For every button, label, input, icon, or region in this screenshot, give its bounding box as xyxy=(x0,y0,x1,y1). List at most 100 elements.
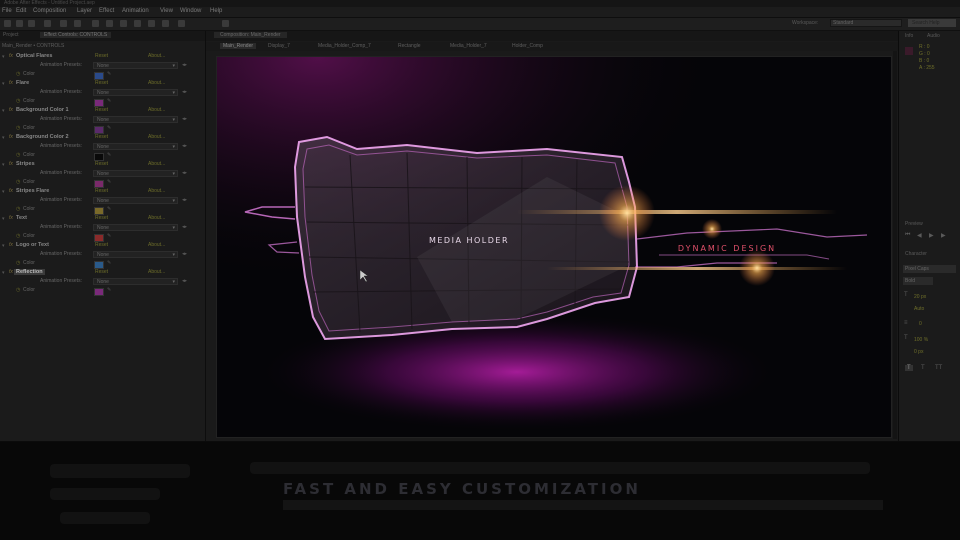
fx-toggle-icon[interactable]: fx xyxy=(9,161,13,167)
font-size-value[interactable]: 20 px xyxy=(914,294,926,300)
about-link[interactable]: About... xyxy=(148,107,165,113)
pan-behind-tool-icon[interactable] xyxy=(74,20,81,27)
stopwatch-icon[interactable]: ◷ xyxy=(16,233,20,239)
composition-viewer[interactable]: MEDIA HOLDER DYNAMIC DESIGN xyxy=(216,56,892,438)
rotate-tool-icon[interactable] xyxy=(44,20,51,27)
animation-presets-dropdown[interactable]: None ▾ xyxy=(93,116,178,123)
twirl-icon[interactable]: ▾ xyxy=(2,108,5,114)
next-frame-icon[interactable]: ▶ xyxy=(941,232,946,239)
tab-audio[interactable]: Audio xyxy=(927,33,940,39)
about-link[interactable]: About... xyxy=(148,161,165,167)
reset-link[interactable]: Reset xyxy=(95,215,108,221)
preset-nav-icon[interactable]: ◂▸ xyxy=(182,62,187,68)
eraser-tool-icon[interactable] xyxy=(162,20,169,27)
rectangle-tool-icon[interactable] xyxy=(92,20,99,27)
effect-name[interactable]: Optical Flares xyxy=(16,53,52,59)
twirl-icon[interactable]: ▾ xyxy=(2,243,5,249)
menu-file[interactable]: File xyxy=(2,8,12,14)
workspace-select[interactable]: Standard xyxy=(830,19,902,27)
crumb-holder-comp[interactable]: Holder_Comp xyxy=(512,43,543,49)
color-swatch[interactable] xyxy=(94,126,104,134)
eyedropper-icon[interactable]: ✎ xyxy=(107,71,111,77)
eyedropper-icon[interactable]: ✎ xyxy=(107,260,111,266)
twirl-icon[interactable]: ▾ xyxy=(2,162,5,168)
animation-presets-dropdown[interactable]: None ▾ xyxy=(93,278,178,285)
twirl-icon[interactable]: ▾ xyxy=(2,270,5,276)
twirl-icon[interactable]: ▾ xyxy=(2,81,5,87)
about-link[interactable]: About... xyxy=(148,215,165,221)
animation-presets-dropdown[interactable]: None ▾ xyxy=(93,89,178,96)
effect-group[interactable]: ▾ fx Stripes Flare Reset About... xyxy=(0,188,205,197)
stopwatch-icon[interactable]: ◷ xyxy=(16,260,20,266)
effect-name[interactable]: Background Color 1 xyxy=(16,107,69,113)
stopwatch-icon[interactable]: ◷ xyxy=(16,152,20,158)
reset-link[interactable]: Reset xyxy=(95,242,108,248)
pen-tool-icon[interactable] xyxy=(106,20,113,27)
effect-group[interactable]: ▾ fx Logo or Text Reset About... xyxy=(0,242,205,251)
twirl-icon[interactable]: ▾ xyxy=(2,189,5,195)
stopwatch-icon[interactable]: ◷ xyxy=(16,206,20,212)
prev-frame-icon[interactable]: ◀ xyxy=(917,232,922,239)
fx-toggle-icon[interactable]: fx xyxy=(9,269,13,275)
comp-scrollbar[interactable] xyxy=(893,51,897,439)
preset-nav-icon[interactable]: ◂▸ xyxy=(182,89,187,95)
menu-help[interactable]: Help xyxy=(210,8,222,14)
first-frame-icon[interactable]: ⏮ xyxy=(905,232,910,239)
preset-nav-icon[interactable]: ◂▸ xyxy=(182,197,187,203)
effect-group[interactable]: ▾ fx Stripes Reset About... xyxy=(0,161,205,170)
play-icon[interactable]: ▶ xyxy=(929,232,934,239)
effect-name[interactable]: Text xyxy=(16,215,27,221)
about-link[interactable]: About... xyxy=(148,53,165,59)
selection-tool-icon[interactable] xyxy=(4,20,11,27)
reset-link[interactable]: Reset xyxy=(95,161,108,167)
menu-composition[interactable]: Composition xyxy=(33,8,66,14)
menu-edit[interactable]: Edit xyxy=(16,8,26,14)
stopwatch-icon[interactable]: ◷ xyxy=(16,98,20,104)
reset-link[interactable]: Reset xyxy=(95,53,108,59)
preset-nav-icon[interactable]: ◂▸ xyxy=(182,143,187,149)
crumb-rectangle[interactable]: Rectangle xyxy=(398,43,421,49)
reset-link[interactable]: Reset xyxy=(95,107,108,113)
font-style-select[interactable]: Bold xyxy=(903,277,933,285)
color-swatch[interactable] xyxy=(94,261,104,269)
menu-animation[interactable]: Animation xyxy=(122,8,149,14)
fx-toggle-icon[interactable]: fx xyxy=(9,215,13,221)
menu-effect[interactable]: Effect xyxy=(99,8,114,14)
effect-name[interactable]: Flare xyxy=(16,80,29,86)
preset-nav-icon[interactable]: ◂▸ xyxy=(182,278,187,284)
clone-tool-icon[interactable] xyxy=(148,20,155,27)
about-link[interactable]: About... xyxy=(148,269,165,275)
search-help-field[interactable]: Search Help xyxy=(908,19,956,27)
fx-toggle-icon[interactable]: fx xyxy=(9,107,13,113)
camera-tool-icon[interactable] xyxy=(60,20,67,27)
fx-toggle-icon[interactable]: fx xyxy=(9,53,13,59)
type-tool-icon[interactable] xyxy=(120,20,127,27)
animation-presets-dropdown[interactable]: None ▾ xyxy=(93,197,178,204)
all-caps-icon[interactable]: TT xyxy=(935,365,942,371)
reset-link[interactable]: Reset xyxy=(95,134,108,140)
preset-nav-icon[interactable]: ◂▸ xyxy=(182,170,187,176)
eyedropper-icon[interactable]: ✎ xyxy=(107,152,111,158)
tab-character[interactable]: Character xyxy=(905,251,927,257)
stopwatch-icon[interactable]: ◷ xyxy=(16,125,20,131)
faux-italic-icon[interactable]: T xyxy=(921,365,925,371)
effect-name[interactable]: Background Color 2 xyxy=(16,134,69,140)
effect-group[interactable]: ▾ fx Flare Reset About... xyxy=(0,80,205,89)
animation-presets-dropdown[interactable]: None ▾ xyxy=(93,143,178,150)
tab-effect-controls[interactable]: Effect Controls: CONTROLS xyxy=(40,32,112,38)
twirl-icon[interactable]: ▾ xyxy=(2,216,5,222)
crumb-display[interactable]: Display_7 xyxy=(268,43,290,49)
eyedropper-icon[interactable]: ✎ xyxy=(107,233,111,239)
effect-group[interactable]: ▾ fx Text Reset About... xyxy=(0,215,205,224)
font-family-select[interactable]: Pixel Caps xyxy=(903,265,956,273)
stopwatch-icon[interactable]: ◷ xyxy=(16,71,20,77)
fx-toggle-icon[interactable]: fx xyxy=(9,242,13,248)
leading-value[interactable]: Auto xyxy=(914,306,924,312)
stopwatch-icon[interactable]: ◷ xyxy=(16,287,20,293)
twirl-icon[interactable]: ▾ xyxy=(2,54,5,60)
eyedropper-icon[interactable]: ✎ xyxy=(107,125,111,131)
effect-name[interactable]: Stripes xyxy=(16,161,35,167)
color-swatch[interactable] xyxy=(94,180,104,188)
effect-name[interactable]: Reflection xyxy=(14,269,45,275)
fx-toggle-icon[interactable]: fx xyxy=(9,80,13,86)
